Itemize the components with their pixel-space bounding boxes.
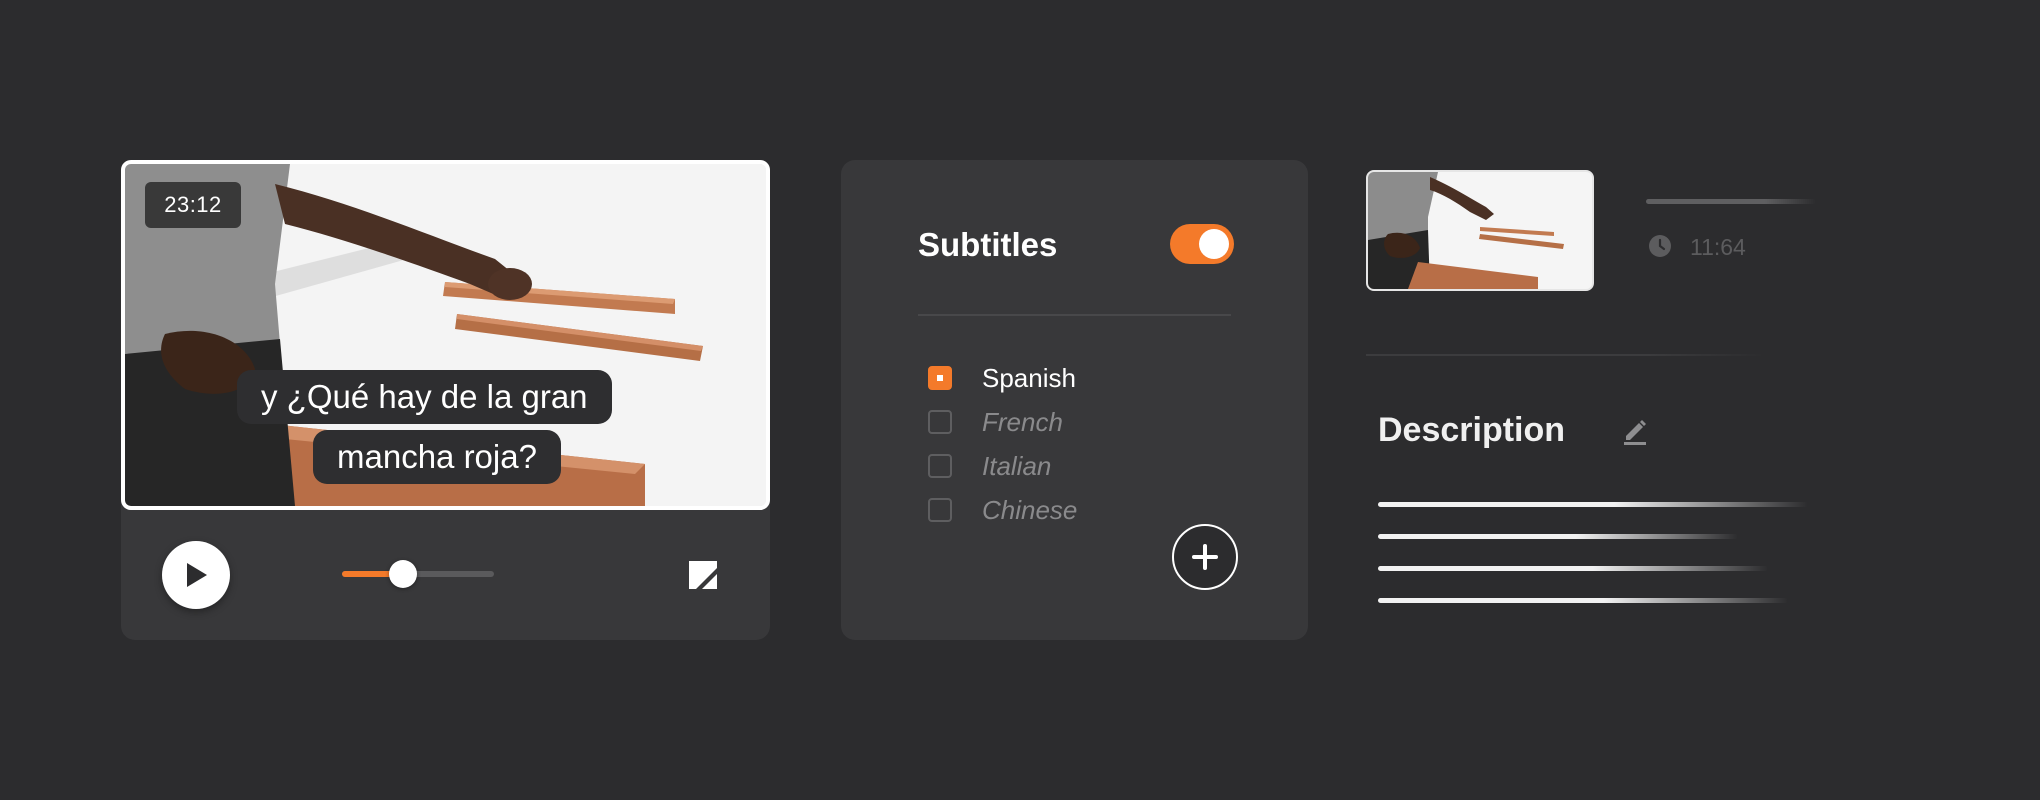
french-checkbox[interactable]	[928, 410, 952, 434]
duration-bar	[1646, 199, 1816, 204]
language-option-italian[interactable]: Italian	[928, 449, 1051, 483]
subtitles-card	[841, 160, 1308, 640]
language-option-french[interactable]: French	[928, 405, 1063, 439]
details-divider	[1366, 354, 1766, 356]
description-text-placeholder-line	[1378, 566, 1768, 571]
toggle-knob	[1199, 229, 1229, 259]
language-option-chinese[interactable]: Chinese	[928, 493, 1077, 527]
language-label: Spanish	[982, 362, 1076, 393]
play-button[interactable]	[162, 541, 230, 609]
language-label: Chinese	[982, 494, 1078, 525]
subtitle-caption-line-1: y ¿Qué hay de la gran	[237, 370, 612, 424]
language-option-spanish[interactable]: Spanish	[928, 361, 1076, 395]
pencil-icon[interactable]	[1620, 416, 1650, 446]
video-thumbnail[interactable]	[1366, 170, 1594, 291]
seek-bar-handle[interactable]	[389, 560, 417, 588]
add-language-button[interactable]	[1172, 524, 1238, 590]
video-timestamp: 23:12	[145, 182, 241, 228]
description-text-placeholder-line	[1378, 502, 1808, 507]
spanish-checkbox[interactable]	[928, 366, 952, 390]
plus-icon	[1192, 544, 1218, 570]
italian-checkbox[interactable]	[928, 454, 952, 478]
video-duration: 11:64	[1690, 234, 1746, 260]
language-label: Italian	[982, 450, 1052, 481]
description-text-placeholder-line	[1378, 598, 1788, 603]
subtitles-title: Subtitles	[918, 226, 1058, 263]
thumbnail-image	[1368, 172, 1592, 289]
fullscreen-icon[interactable]	[688, 560, 718, 590]
subtitles-divider	[918, 314, 1231, 316]
clock-icon	[1649, 235, 1671, 257]
description-title: Description	[1378, 411, 1566, 449]
chinese-checkbox[interactable]	[928, 498, 952, 522]
video-frame[interactable]: 23:12 y ¿Qué hay de la gran mancha roja?	[121, 160, 770, 510]
subtitles-toggle[interactable]	[1170, 224, 1234, 264]
language-label: French	[982, 406, 1063, 437]
subtitle-caption-line-2: mancha roja?	[313, 430, 561, 484]
play-icon	[187, 563, 207, 587]
description-text-placeholder-line	[1378, 534, 1738, 539]
